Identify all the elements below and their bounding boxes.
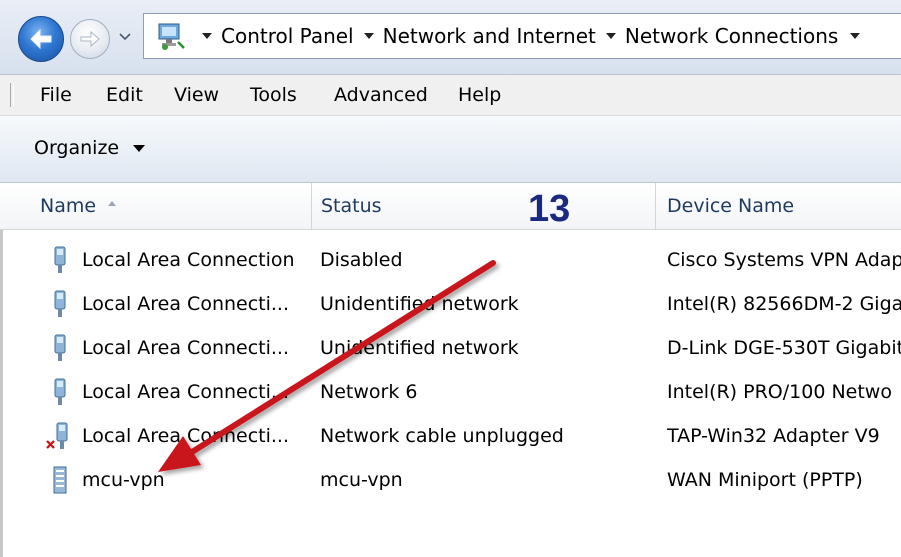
connection-status: mcu-vpn xyxy=(320,469,403,491)
connection-name: Local Area Connecti... xyxy=(82,425,290,447)
network-adapter-unplugged-icon xyxy=(46,421,74,451)
connection-name: Local Area Connecti... xyxy=(82,381,290,403)
connection-device-name: WAN Miniport (PPTP) xyxy=(667,469,863,491)
connection-row[interactable]: Local Area Connecti... Unidentified netwo… xyxy=(0,282,901,326)
connection-device-name: D-Link DGE-530T Gigabit xyxy=(667,337,901,359)
connection-device-name: TAP-Win32 Adapter V9 xyxy=(667,425,880,447)
breadcrumb-network-and-internet[interactable]: Network and Internet xyxy=(383,24,596,48)
back-button[interactable] xyxy=(18,16,64,62)
breadcrumb-network-connections[interactable]: Network Connections xyxy=(625,24,838,48)
menu-help[interactable]: Help xyxy=(458,75,501,115)
connection-status: Network 6 xyxy=(320,381,418,403)
network-adapter-icon xyxy=(46,289,74,319)
column-header-device-label: Device Name xyxy=(667,195,795,217)
back-arrow-icon xyxy=(30,28,52,50)
network-adapter-icon xyxy=(46,377,74,407)
column-header-status[interactable]: Status xyxy=(321,183,651,229)
sort-ascending-icon xyxy=(108,201,117,206)
connection-name: Local Area Connecti... xyxy=(82,337,290,359)
pane-left-edge xyxy=(0,230,3,557)
menu-advanced[interactable]: Advanced xyxy=(334,75,428,115)
connection-status: Disabled xyxy=(320,249,403,271)
forward-button[interactable] xyxy=(70,19,110,59)
connection-device-name: Cisco Systems VPN Adap xyxy=(667,249,901,271)
menu-file[interactable]: File xyxy=(40,75,72,115)
column-header-status-label: Status xyxy=(321,195,382,217)
chevron-down-icon xyxy=(119,33,131,41)
breadcrumb-separator-icon[interactable] xyxy=(605,33,616,39)
menu-edit[interactable]: Edit xyxy=(106,75,143,115)
column-divider[interactable] xyxy=(655,183,656,229)
connection-row[interactable]: Local Area Connection Disabled Cisco Syste… xyxy=(0,238,901,282)
menu-bar: File Edit View Tools Advanced Help xyxy=(0,75,901,116)
organize-button[interactable]: Organize xyxy=(34,133,146,163)
connection-name: Local Area Connecti... xyxy=(82,293,290,315)
breadcrumb-separator-icon[interactable] xyxy=(850,33,861,39)
column-header-name[interactable]: Name xyxy=(40,183,310,229)
menu-grip xyxy=(10,83,14,107)
connection-status: Unidentified network xyxy=(320,293,519,315)
command-bar: Organize xyxy=(0,116,901,183)
breadcrumb-control-panel[interactable]: Control Panel xyxy=(221,24,354,48)
connection-row[interactable]: Local Area Connecti... Network cable unpl… xyxy=(0,414,901,458)
breadcrumb-separator-icon[interactable] xyxy=(202,33,212,39)
recent-pages-dropdown[interactable] xyxy=(118,30,132,44)
menu-tools[interactable]: Tools xyxy=(250,75,297,115)
dropdown-arrow-icon xyxy=(133,144,146,152)
connection-name: mcu-vpn xyxy=(82,469,165,491)
column-header-name-label: Name xyxy=(40,195,97,217)
column-headers: Name Status Device Name xyxy=(0,183,901,230)
annotation-step-number: 13 xyxy=(528,188,571,230)
connection-name: Local Area Connection xyxy=(82,249,295,271)
column-divider[interactable] xyxy=(311,183,312,229)
breadcrumb: Control Panel Network and Internet Netwo… xyxy=(202,14,869,58)
network-adapter-icon xyxy=(46,333,74,363)
connection-device-name: Intel(R) PRO/100 Netwo xyxy=(667,381,892,403)
forward-arrow-icon xyxy=(80,30,100,48)
menu-view[interactable]: View xyxy=(174,75,219,115)
connection-status: Unidentified network xyxy=(320,337,519,359)
connection-row[interactable]: Local Area Connecti... Unidentified netwo… xyxy=(0,326,901,370)
vpn-connection-icon xyxy=(46,465,74,495)
address-bar-area: Control Panel Network and Internet Netwo… xyxy=(0,0,901,75)
breadcrumb-separator-icon[interactable] xyxy=(363,33,374,39)
organize-label: Organize xyxy=(34,137,120,159)
connection-status: Network cable unplugged xyxy=(320,425,564,447)
column-header-device[interactable]: Device Name xyxy=(667,183,901,229)
address-box[interactable]: Control Panel Network and Internet Netwo… xyxy=(143,13,901,59)
connection-device-name: Intel(R) 82566DM-2 Giga xyxy=(667,293,901,315)
connection-row[interactable]: Local Area Connecti... Network 6 Intel(R) … xyxy=(0,370,901,414)
network-connections-icon xyxy=(158,23,185,50)
connection-row[interactable]: mcu-vpn mcu-vpn WAN Miniport (PPTP) xyxy=(0,458,901,502)
network-adapter-icon xyxy=(46,245,74,275)
